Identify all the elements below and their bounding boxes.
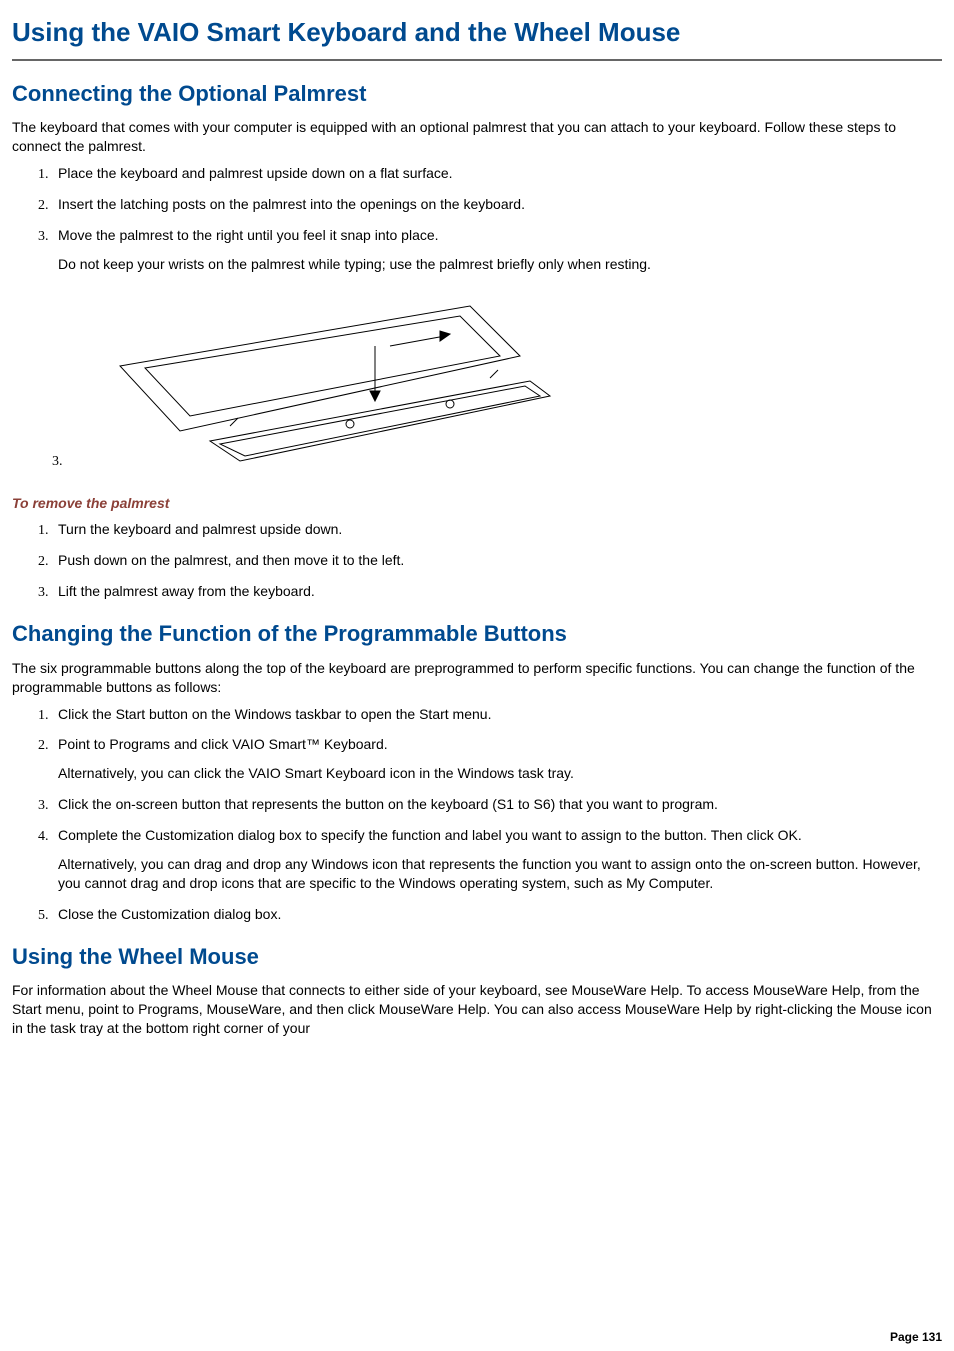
prog-step-3: Click the on-screen button that represen… — [52, 795, 942, 814]
diagram-marker: 3. — [52, 453, 63, 472]
palmrest-diagram — [90, 286, 570, 476]
section-heading-wheel: Using the Wheel Mouse — [12, 942, 942, 972]
prog-note-4: Alternatively, you can drag and drop any… — [58, 855, 942, 893]
connect-note: Do not keep your wrists on the palmrest … — [58, 255, 778, 274]
remove-steps-list: Turn the keyboard and palmrest upside do… — [12, 520, 942, 601]
prog-step-1: Click the Start button on the Windows ta… — [52, 705, 942, 724]
section-heading-programmable: Changing the Function of the Programmabl… — [12, 619, 942, 649]
prog-note-2: Alternatively, you can click the VAIO Sm… — [58, 764, 942, 783]
title-divider — [12, 59, 942, 61]
prog-step-4-text: Complete the Customization dialog box to… — [58, 827, 802, 843]
section-subhead-remove: To remove the palmrest — [12, 494, 942, 513]
wheel-intro: For information about the Wheel Mouse th… — [12, 981, 942, 1038]
connect-step-3-text: Move the palmrest to the right until you… — [58, 227, 439, 243]
programmable-intro: The six programmable buttons along the t… — [12, 659, 942, 697]
remove-step-1: Turn the keyboard and palmrest upside do… — [52, 520, 942, 539]
connect-intro: The keyboard that comes with your comput… — [12, 118, 942, 156]
connect-step-3: Move the palmrest to the right until you… — [52, 226, 942, 274]
connect-steps-list: Place the keyboard and palmrest upside d… — [12, 164, 942, 274]
prog-step-5: Close the Customization dialog box. — [52, 905, 942, 924]
programmable-steps-list: Click the Start button on the Windows ta… — [12, 705, 942, 924]
prog-step-2: Point to Programs and click VAIO Smart™ … — [52, 735, 942, 783]
remove-step-2: Push down on the palmrest, and then move… — [52, 551, 942, 570]
connect-step-1: Place the keyboard and palmrest upside d… — [52, 164, 942, 183]
prog-step-4: Complete the Customization dialog box to… — [52, 826, 942, 893]
diagram-row: 3. — [12, 286, 942, 476]
page-number-label: Page 131 — [890, 1329, 942, 1345]
page-title: Using the VAIO Smart Keyboard and the Wh… — [12, 16, 942, 49]
section-heading-connect: Connecting the Optional Palmrest — [12, 79, 942, 109]
prog-step-2-text: Point to Programs and click VAIO Smart™ … — [58, 736, 388, 752]
connect-step-2: Insert the latching posts on the palmres… — [52, 195, 618, 214]
remove-step-3: Lift the palmrest away from the keyboard… — [52, 582, 942, 601]
